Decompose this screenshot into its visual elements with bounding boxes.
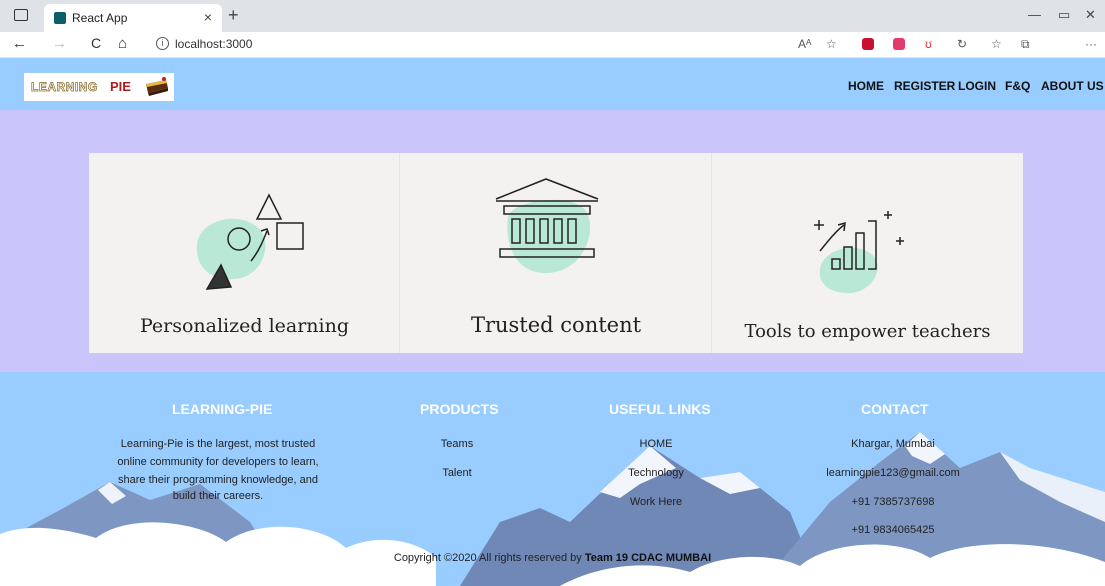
card-label: Tools to empower teachers (744, 321, 991, 342)
card-label: Trusted content (470, 313, 642, 337)
new-tab-icon[interactable]: + (228, 5, 239, 26)
footer-about-line: online community for developers to learn… (117, 456, 319, 468)
logo-text-pie: PIE (110, 79, 131, 94)
cake-icon (146, 77, 168, 96)
more-icon[interactable]: ··· (1085, 37, 1097, 51)
footer-about-line: build their careers. (172, 490, 264, 502)
forward-icon[interactable]: → (52, 35, 67, 52)
browser-tab[interactable]: React App × (44, 4, 222, 32)
restore-icon[interactable]: ▭ (1058, 7, 1070, 23)
feature-card-personalized: Personalized learning (89, 153, 400, 353)
feature-card-tools: Tools to empower teachers (712, 153, 1023, 353)
react-favicon-icon (54, 12, 66, 24)
footer-link-work-here[interactable]: Work Here (609, 496, 703, 508)
tab-actions-icon[interactable] (14, 9, 28, 21)
nav-home-link[interactable]: HOME (848, 79, 884, 93)
collections-icon[interactable]: ⧉ (1021, 37, 1030, 52)
address-bar: ← → C ⌂ i localhost:3000 Aᴬ ☆ ʊ ↻ ☆ ⧉ ··… (0, 32, 1105, 83)
extension-shield-icon[interactable] (862, 38, 874, 50)
favorites-icon[interactable]: ☆ (991, 37, 1002, 51)
institution-building-icon (495, 178, 599, 274)
copyright-team: Team 19 CDAC MUMBAI (584, 552, 712, 564)
extension-pocket-icon[interactable]: ʊ (925, 37, 932, 51)
contact-email[interactable]: learningpie123@gmail.com (800, 467, 986, 479)
site-info-icon[interactable]: i (156, 37, 169, 50)
favorite-star-icon[interactable]: ☆ (826, 37, 837, 51)
contact-address: Khargar, Mumbai (851, 438, 935, 450)
footer-heading-products: PRODUCTS (420, 401, 499, 417)
extension-record-icon[interactable] (893, 38, 905, 50)
back-icon[interactable]: ← (12, 35, 27, 52)
growth-chart-icon (814, 211, 904, 294)
tab-close-icon[interactable]: × (204, 9, 212, 25)
site-footer: LEARNING-PIE Learning-Pie is the largest… (0, 372, 1105, 586)
copyright-text: Copyright ©2020 All rights reserved by T… (0, 552, 1105, 564)
browser-tab-strip: React App × + — ▭ ✕ (0, 0, 1105, 32)
copyright-prefix: Copyright ©2020 All rights reserved by (393, 552, 582, 564)
reload-icon[interactable]: C (91, 35, 101, 51)
app-navbar: LEARNING PIE HOME REGISTER LOGIN F&Q ABO… (0, 58, 1105, 110)
card-label: Personalized learning (139, 315, 350, 337)
extension-refresh-icon[interactable]: ↻ (957, 37, 967, 51)
footer-heading-about: LEARNING-PIE (172, 401, 273, 417)
contact-phone[interactable]: +91 7385737698 (800, 496, 986, 508)
contact-phone[interactable]: +91 9834065425 (800, 524, 986, 536)
feature-card-trusted: Trusted content (400, 153, 712, 353)
footer-link-talent[interactable]: Talent (420, 467, 494, 479)
footer-link-home[interactable]: HOME (609, 438, 703, 450)
footer-heading-links: USEFUL LINKS (609, 401, 711, 417)
nav-register-link[interactable]: REGISTER (894, 79, 955, 93)
footer-about-line: Learning-Pie is the largest, most truste… (120, 438, 316, 450)
feature-cards: Personalized learning Trusted content To… (89, 153, 1023, 353)
url-input[interactable]: localhost:3000 (175, 37, 252, 51)
tab-title: React App (72, 11, 128, 25)
read-aloud-icon[interactable]: Aᴬ (798, 37, 811, 51)
footer-link-technology[interactable]: Technology (609, 467, 703, 479)
nav-about-link[interactable]: ABOUT US (1041, 79, 1104, 93)
nav-fq-link[interactable]: F&Q (1005, 79, 1030, 93)
brand-logo[interactable]: LEARNING PIE (24, 73, 174, 101)
logo-text-learning: LEARNING (31, 80, 98, 95)
nav-login-link[interactable]: LOGIN (958, 79, 996, 93)
personalized-learning-icon (196, 193, 304, 290)
footer-about-line: share their programming knowledge, and (118, 474, 318, 486)
home-icon[interactable]: ⌂ (118, 35, 127, 52)
window-close-icon[interactable]: ✕ (1085, 7, 1096, 23)
footer-link-teams[interactable]: Teams (420, 438, 494, 450)
minimize-icon[interactable]: — (1028, 7, 1041, 22)
footer-heading-contact: CONTACT (861, 401, 929, 417)
